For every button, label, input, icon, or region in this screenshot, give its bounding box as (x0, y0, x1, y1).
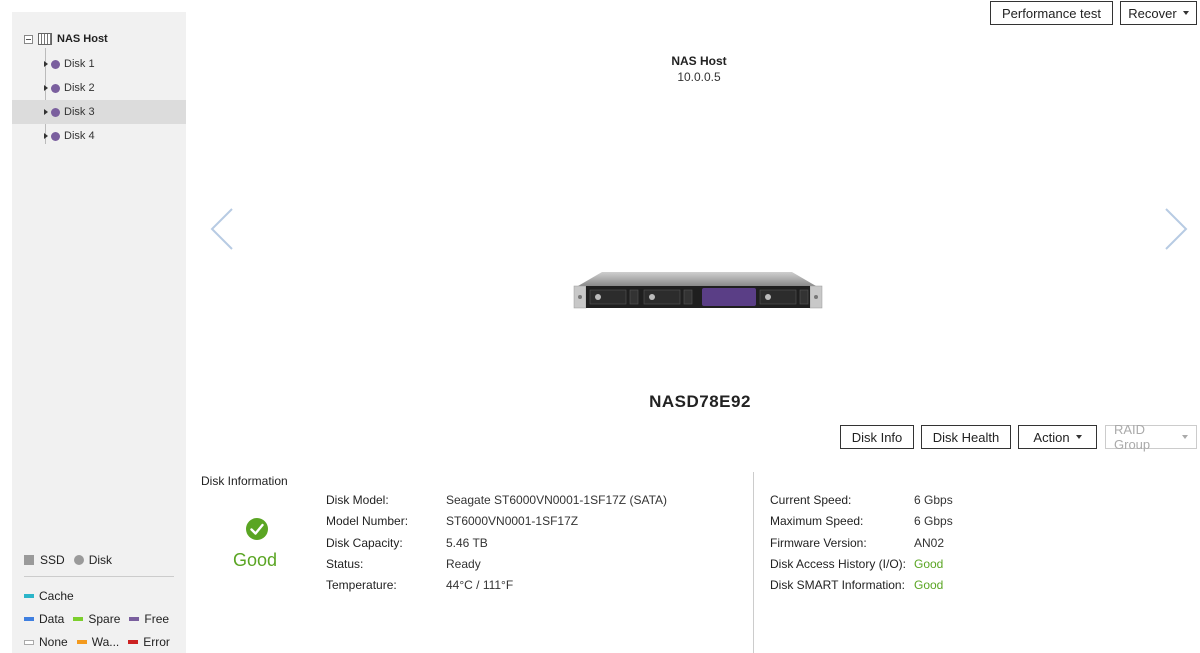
check-circle-icon (245, 517, 269, 541)
disk-access-history-label: Disk Access History (I/O): (770, 557, 907, 571)
caret-down-icon (1182, 11, 1189, 15)
legend-free-label: Free (144, 612, 170, 626)
sidebar-item-label: Disk 1 (64, 58, 95, 70)
sidebar-item-disk-3[interactable]: Disk 3 (12, 100, 186, 124)
sidebar-item-disk-1[interactable]: Disk 1 (12, 52, 186, 76)
sidebar-item-disk-2[interactable]: Disk 2 (12, 76, 186, 100)
disk-info-button[interactable]: Disk Info (840, 425, 914, 449)
legend-data-label: Data (39, 612, 65, 626)
host-ip: 10.0.0.5 (677, 70, 721, 84)
legend-none-label: None (39, 635, 68, 649)
legend-divider (24, 576, 174, 577)
next-chevron-icon[interactable] (1163, 207, 1189, 251)
disk-capacity-label: Disk Capacity: (326, 536, 403, 550)
spare-swatch-icon (73, 617, 84, 621)
tree-root-nas-host[interactable]: NAS Host (24, 32, 108, 46)
caret-down-icon (1075, 435, 1082, 439)
performance-test-button[interactable]: Performance test (990, 1, 1113, 25)
legend-disk-label: Disk (88, 553, 113, 567)
model-number-value: ST6000VN0001-1SF17Z (446, 514, 579, 528)
model-number-label: Model Number: (326, 514, 409, 528)
expand-triangle-icon[interactable] (44, 133, 48, 139)
sidebar-item-disk-4[interactable]: Disk 4 (12, 124, 186, 148)
info-divider (753, 472, 754, 653)
legend-cache-label: Cache (39, 589, 74, 603)
nas-host-icon (38, 33, 52, 45)
temperature-label: Temperature: (326, 578, 397, 592)
legend-data-spare-free: Data Spare Free (24, 612, 169, 626)
temperature-value: 44°C / 111°F (446, 578, 514, 592)
legend-none-warning-error: None Wa... Error (24, 635, 170, 649)
disk-info-label: Disk Info (851, 429, 903, 445)
raid-group-label: RAID Group (1114, 422, 1151, 452)
disk-icon (51, 107, 60, 117)
nas-device-image (572, 270, 824, 312)
cache-swatch-icon (24, 594, 34, 598)
disk-health-label: Disk Health (932, 429, 1000, 445)
expand-triangle-icon[interactable] (44, 61, 48, 67)
warning-swatch-icon (76, 640, 87, 644)
legend-cache: Cache (24, 589, 74, 603)
disk-smart-information-value: Good (914, 578, 944, 592)
disk-health-button[interactable]: Disk Health (921, 425, 1011, 449)
legend-spare-label: Spare (88, 612, 121, 626)
host-title: NAS Host (671, 54, 727, 68)
data-swatch-icon (24, 617, 34, 621)
status-value: Ready (446, 557, 481, 571)
free-swatch-icon (129, 617, 140, 621)
legend-ssd-label: SSD (40, 553, 65, 567)
legend-error-label: Error (143, 635, 170, 649)
legend-warning-label: Wa... (91, 635, 120, 649)
sidebar: NAS Host Disk 1 Disk 2 Disk 3 Disk 4 SSD… (12, 12, 186, 653)
caret-down-icon (1182, 435, 1188, 439)
error-swatch-icon (128, 640, 139, 644)
health-status-text: Good (232, 550, 278, 570)
action-label: Action (1033, 429, 1070, 445)
disk-circle-icon (73, 555, 84, 565)
disk-model-label: Disk Model: (326, 493, 389, 507)
disk-icon (51, 59, 60, 69)
none-swatch-icon (24, 639, 34, 645)
disk-icon (51, 83, 60, 93)
tree-root-label: NAS Host (57, 33, 108, 45)
previous-chevron-icon[interactable] (209, 207, 235, 251)
disk-access-history-value: Good (914, 557, 944, 571)
maximum-speed-value: 6 Gbps (914, 514, 953, 528)
disk-model-value: Seagate ST6000VN0001-1SF17Z (SATA) (446, 493, 668, 507)
current-speed-value: 6 Gbps (914, 493, 953, 507)
maximum-speed-label: Maximum Speed: (770, 514, 864, 528)
device-name: NASD78E92 (649, 392, 751, 411)
recover-label: Recover (1128, 5, 1177, 21)
ssd-square-icon (24, 555, 34, 565)
disk-icon (51, 131, 60, 141)
action-dropdown-button[interactable]: Action (1018, 425, 1097, 449)
firmware-version-label: Firmware Version: (770, 536, 867, 550)
legend-media-type: SSD Disk (24, 553, 112, 567)
collapse-icon[interactable] (24, 34, 33, 44)
expand-triangle-icon[interactable] (44, 85, 48, 91)
disk-smart-information-label: Disk SMART Information: (770, 578, 905, 592)
status-label: Status: (326, 557, 364, 571)
sidebar-item-label: Disk 2 (64, 82, 95, 94)
disk-information-title: Disk Information (201, 474, 288, 488)
sidebar-item-label: Disk 3 (64, 106, 95, 118)
sidebar-item-label: Disk 4 (64, 130, 95, 142)
firmware-version-value: AN02 (914, 536, 945, 550)
raid-group-dropdown-button[interactable]: RAID Group (1105, 422, 1197, 452)
current-speed-label: Current Speed: (770, 493, 852, 507)
expand-triangle-icon[interactable] (44, 109, 48, 115)
disk-capacity-value: 5.46 TB (446, 536, 488, 550)
recover-dropdown-button[interactable]: Recover (1120, 1, 1197, 25)
performance-test-label: Performance test (1002, 5, 1101, 21)
